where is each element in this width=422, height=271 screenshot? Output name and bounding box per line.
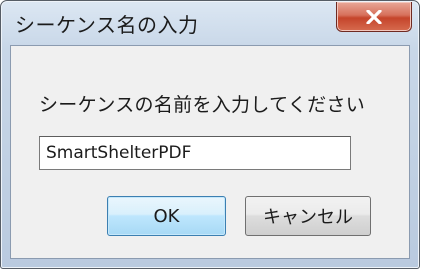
ok-button[interactable]: OK (107, 196, 226, 236)
close-icon (366, 9, 382, 24)
cancel-button[interactable]: キャンセル (245, 196, 371, 236)
window-title: シーケンス名の入力 (15, 13, 199, 37)
sequence-name-input[interactable] (39, 136, 351, 170)
dialog-body: シーケンスの名前を入力してください OK キャンセル (10, 45, 410, 259)
title-bar[interactable]: シーケンス名の入力 (1, 1, 419, 45)
close-button[interactable] (336, 2, 412, 32)
prompt-label: シーケンスの名前を入力してください (39, 94, 366, 116)
dialog-window: シーケンス名の入力 シーケンスの名前を入力してください OK キャンセル (0, 0, 420, 269)
